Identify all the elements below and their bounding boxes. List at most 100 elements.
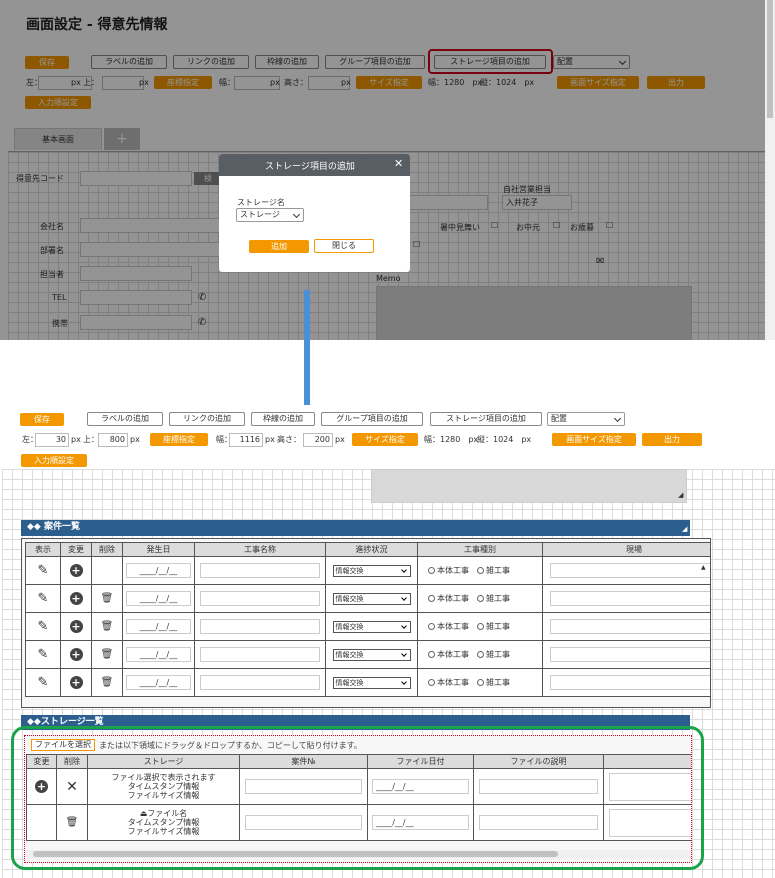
status-select[interactable]: 情報交換 (332, 676, 411, 689)
name-cell (194, 584, 326, 613)
site-input[interactable] (550, 563, 710, 578)
project-name-input[interactable] (200, 675, 320, 690)
site-input[interactable] (550, 647, 710, 662)
status-select[interactable]: 情報交換 (332, 620, 411, 633)
output-button[interactable]: 出力 (642, 433, 702, 446)
left-input[interactable]: 30 (35, 433, 69, 447)
size-button[interactable]: サイズ指定 (352, 433, 418, 446)
project-name-input[interactable] (200, 647, 320, 662)
radio-label: 本体工事 (437, 650, 469, 659)
dialog-close-button[interactable]: 閉じる (314, 239, 374, 253)
radio-label: 本体工事 (437, 566, 469, 575)
site-input[interactable] (550, 591, 710, 606)
status-cell: 情報交換 (325, 556, 418, 585)
col-header: 変更 (60, 542, 92, 557)
radio-button[interactable] (477, 567, 484, 574)
case-row: ✎ + 🗑 ____/__/__ 情報交換 本体工事 雑工事 (25, 668, 710, 697)
status-select[interactable]: 情報交換 (332, 564, 411, 577)
add-circle-icon[interactable]: + (69, 564, 83, 577)
trash-icon[interactable]: 🗑 (101, 621, 114, 632)
pencil-icon[interactable]: ✎ (38, 591, 49, 606)
layout-select[interactable]: 配置 (547, 412, 625, 426)
delete-cell: 🗑 (91, 640, 123, 669)
px-label: px (265, 435, 275, 444)
height-input[interactable]: 200 (303, 433, 333, 447)
col-header: 工事種別 (417, 542, 543, 557)
radio-button[interactable] (477, 651, 484, 658)
dialog-add-button[interactable]: 追加 (249, 240, 309, 253)
save-button[interactable]: 保存 (20, 413, 64, 426)
coord-button[interactable]: 座標指定 (150, 433, 208, 446)
add-link-button[interactable]: リンクの追加 (169, 412, 245, 426)
case-row: ✎ + 🗑 ____/__/__ 情報交換 本体工事 雑工事 (25, 640, 710, 669)
pencil-icon[interactable]: ✎ (38, 563, 49, 578)
add-circle-icon[interactable]: + (69, 592, 83, 605)
date-cell: ____/__/__ (122, 668, 195, 697)
pencil-icon[interactable]: ✎ (38, 619, 49, 634)
type-cell: 本体工事 雑工事 (417, 668, 543, 697)
date-input[interactable]: ____/__/__ (125, 675, 192, 690)
storage-name-select[interactable]: ストレージ (236, 208, 304, 222)
date-input[interactable]: ____/__/__ (125, 647, 192, 662)
width-input[interactable]: 1116 (229, 433, 263, 447)
storage-green-highlight (11, 726, 704, 870)
screen-size-button[interactable]: 画面サイズ指定 (552, 433, 636, 446)
add-label-button[interactable]: ラベルの追加 (87, 412, 163, 426)
add-circle-icon[interactable]: + (69, 676, 83, 689)
status-select[interactable]: 情報交換 (332, 648, 411, 661)
cases-scrollbar-up[interactable]: ▲ (701, 564, 706, 571)
project-name-input[interactable] (200, 619, 320, 634)
storage-dialog: ストレージ項目の追加 ✕ ストレージ名 ストレージ 追加 閉じる (219, 154, 410, 272)
col-header: 工事名称 (194, 542, 326, 557)
close-icon[interactable]: ✕ (394, 157, 403, 170)
cases-header-row: 表示 変更 削除 発生日 工事名称 進捗状況 工事種別 現場 (25, 542, 710, 557)
site-cell (542, 556, 710, 585)
delete-cell: 🗑 (91, 612, 123, 641)
col-header: 現場 (542, 542, 710, 557)
radio-button[interactable] (428, 679, 435, 686)
status-cell: 情報交換 (325, 640, 418, 669)
trash-icon[interactable]: 🗑 (101, 677, 114, 688)
scrollbar-thumb[interactable] (767, 0, 773, 118)
view-cell: ✎ (25, 556, 61, 585)
project-name-input[interactable] (200, 591, 320, 606)
edit-cell: + (60, 612, 92, 641)
radio-button[interactable] (477, 623, 484, 630)
input-order-button[interactable]: 入力順設定 (21, 454, 87, 467)
pencil-icon[interactable]: ✎ (38, 675, 49, 690)
trash-icon[interactable]: 🗑 (101, 593, 114, 604)
pencil-icon[interactable]: ✎ (38, 647, 49, 662)
add-circle-icon[interactable]: + (69, 648, 83, 661)
date-input[interactable]: ____/__/__ (125, 619, 192, 634)
radio-button[interactable] (428, 623, 435, 630)
date-input[interactable]: ____/__/__ (125, 591, 192, 606)
radio-button[interactable] (477, 679, 484, 686)
bottom-screenshot: 保存 ラベルの追加 リンクの追加 枠線の追加 グループ項目の追加 ストレージ項目… (2, 405, 775, 878)
col-header: 進捗状況 (325, 542, 418, 557)
project-name-input[interactable] (200, 563, 320, 578)
radio-button[interactable] (428, 595, 435, 602)
status-select[interactable]: 情報交換 (332, 592, 411, 605)
top-input[interactable]: 800 (98, 433, 128, 447)
radio-button[interactable] (428, 651, 435, 658)
view-cell: ✎ (25, 584, 61, 613)
add-frame-button[interactable]: 枠線の追加 (251, 412, 315, 426)
date-input[interactable]: ____/__/__ (125, 563, 192, 578)
site-input[interactable] (550, 619, 710, 634)
case-row: ✎ + ____/__/__ 情報交換 本体工事 雑工事 (25, 556, 710, 585)
radio-label: 本体工事 (437, 678, 469, 687)
view-cell: ✎ (25, 612, 61, 641)
status-cell: 情報交換 (325, 612, 418, 641)
cases-resize-handle[interactable]: ◢ (682, 525, 687, 533)
add-circle-icon[interactable]: + (69, 620, 83, 633)
add-storage-button[interactable]: ストレージ項目の追加 (430, 412, 542, 426)
trash-icon[interactable]: 🗑 (101, 649, 114, 660)
resize-handle[interactable]: ◢ (678, 491, 683, 499)
edit-cell: + (60, 556, 92, 585)
col-header: 削除 (91, 542, 123, 557)
radio-label: 雑工事 (486, 566, 510, 575)
radio-button[interactable] (428, 567, 435, 574)
add-group-button[interactable]: グループ項目の追加 (321, 412, 423, 426)
site-input[interactable] (550, 675, 710, 690)
radio-button[interactable] (477, 595, 484, 602)
